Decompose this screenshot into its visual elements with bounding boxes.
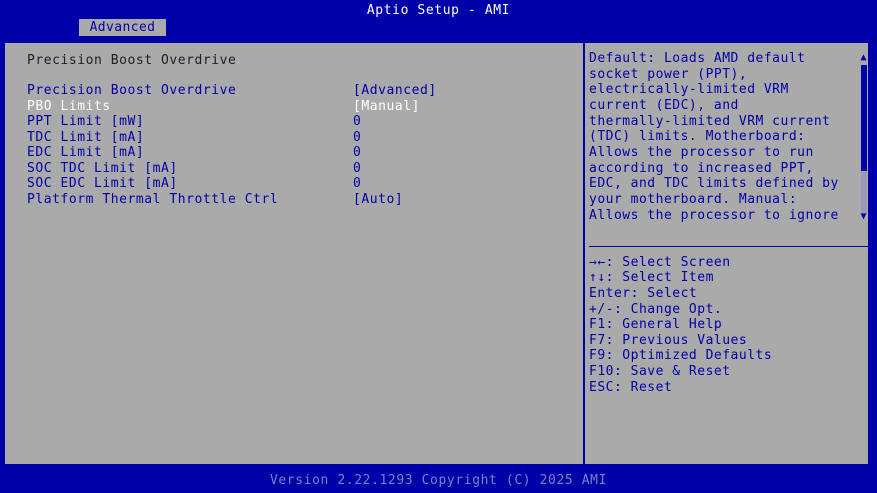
main-panel: Precision Boost Overdrive Precision Boos… <box>4 42 869 465</box>
bios-window: Aptio Setup - AMI Advanced Precision Boo… <box>0 0 877 493</box>
setting-value[interactable]: [Manual] <box>353 99 420 115</box>
setting-row-edc-limit[interactable]: EDC Limit [mA] 0 <box>27 145 361 161</box>
setting-value[interactable]: [Auto] <box>353 192 403 208</box>
setting-row-precision-boost-overdrive[interactable]: Precision Boost Overdrive [Advanced] <box>27 83 436 99</box>
key-hint-esc-reset: ESC: Reset <box>589 380 673 395</box>
help-text-line: (TDC) limits. Motherboard: <box>589 129 806 144</box>
key-hint-select-item: ↑↓: Select Item <box>589 270 714 285</box>
setting-row-ppt-limit[interactable]: PPT Limit [mW] 0 <box>27 114 361 130</box>
setting-label: SOC TDC Limit [mA] <box>27 161 178 176</box>
help-text-line: EDC, and TDC limits defined by <box>589 176 839 191</box>
help-text-line: current (EDC), and <box>589 98 739 113</box>
setting-row-platform-thermal-throttle-ctrl[interactable]: Platform Thermal Throttle Ctrl [Auto] <box>27 192 403 208</box>
help-divider <box>589 246 868 247</box>
setting-value[interactable]: 0 <box>353 145 361 161</box>
key-hint-general-help: F1: General Help <box>589 317 723 332</box>
help-text-line: electrically-limited VRM <box>589 82 789 97</box>
section-title: Precision Boost Overdrive <box>27 53 237 68</box>
version-footer: Version 2.22.1293 Copyright (C) 2025 AMI <box>269 473 608 488</box>
setting-row-soc-tdc-limit[interactable]: SOC TDC Limit [mA] 0 <box>27 161 361 177</box>
triangle-down-icon[interactable]: ▼ <box>859 212 868 222</box>
setting-label: Platform Thermal Throttle Ctrl <box>27 192 279 207</box>
setting-label: SOC EDC Limit [mA] <box>27 176 178 191</box>
key-hint-change-opt: +/-: Change Opt. <box>589 302 723 317</box>
setting-row-pbo-limits[interactable]: PBO Limits [Manual] <box>27 99 419 115</box>
key-hint-save-reset: F10: Save & Reset <box>589 364 731 379</box>
setting-row-tdc-limit[interactable]: TDC Limit [mA] 0 <box>27 130 361 146</box>
setting-label: PBO Limits <box>27 99 111 114</box>
help-text-line: Allows the processor to ignore <box>589 208 839 223</box>
help-text-line: Default: Loads AMD default <box>589 51 806 66</box>
setting-value[interactable]: 0 <box>353 130 361 146</box>
setting-row-soc-edc-limit[interactable]: SOC EDC Limit [mA] 0 <box>27 176 361 192</box>
setting-label: Precision Boost Overdrive <box>27 83 237 98</box>
setting-label: PPT Limit [mW] <box>27 114 145 129</box>
tab-advanced[interactable]: Advanced <box>79 19 166 36</box>
help-text-line: Allows the processor to run <box>589 145 814 160</box>
help-scrollbar[interactable]: ▲ ▼ <box>859 53 868 222</box>
scroll-track-rest <box>861 171 867 213</box>
key-hint-previous-values: F7: Previous Values <box>589 333 748 348</box>
setting-label: EDC Limit [mA] <box>27 145 145 160</box>
settings-pane: Precision Boost Overdrive Precision Boos… <box>5 43 583 464</box>
help-text-line: socket power (PPT), <box>589 67 748 82</box>
setting-value[interactable]: 0 <box>353 176 361 192</box>
setting-value[interactable]: 0 <box>353 161 361 177</box>
help-text-line: according to increased PPT, <box>589 161 814 176</box>
scroll-thumb[interactable] <box>861 65 867 171</box>
key-hint-optimized-defaults: F9: Optimized Defaults <box>589 348 773 363</box>
key-hint-enter: Enter: Select <box>589 286 698 301</box>
setting-label: TDC Limit [mA] <box>27 130 145 145</box>
triangle-up-icon[interactable]: ▲ <box>859 53 868 63</box>
help-text-line: your motherboard. Manual: <box>589 192 798 207</box>
help-pane: Default: Loads AMD default socket power … <box>585 43 868 464</box>
key-hint-select-screen: →←: Select Screen <box>589 255 731 270</box>
help-text-line: thermally-limited VRM current <box>589 114 831 129</box>
setting-value[interactable]: 0 <box>353 114 361 130</box>
setting-value[interactable]: [Advanced] <box>353 83 437 99</box>
